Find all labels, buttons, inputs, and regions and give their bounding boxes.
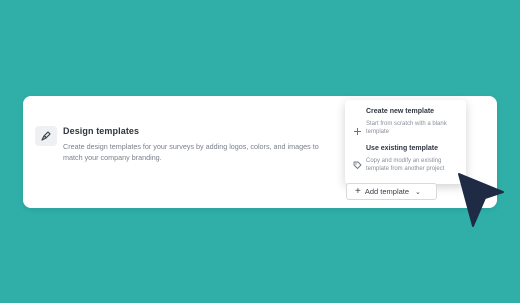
create-new-template-option[interactable]: Create new template Start from scratch w… xyxy=(345,108,466,140)
chevron-down-icon: ⌄ xyxy=(415,188,421,196)
paint-brush-icon xyxy=(35,126,57,146)
create-new-template-title: Create new template xyxy=(366,108,435,115)
add-template-dropdown: Create new template Start from scratch w… xyxy=(345,100,466,184)
mouse-pointer-icon xyxy=(458,173,504,227)
add-template-label: Add template xyxy=(364,187,410,196)
use-existing-template-option[interactable]: Use existing template Copy and modify an… xyxy=(345,144,466,178)
tag-icon xyxy=(353,157,362,169)
plus-icon: + xyxy=(355,185,361,197)
use-existing-template-title: Use existing template xyxy=(366,145,438,152)
card-description: Create design templates for your surveys… xyxy=(63,142,319,162)
create-new-template-description: Start from scratch with a blank template xyxy=(366,121,447,135)
use-existing-template-description: Copy and modify an existing template fro… xyxy=(366,158,445,172)
add-template-button[interactable]: + Add template ⌄ xyxy=(346,183,437,200)
plus-icon xyxy=(353,123,362,135)
card-title: Design templates xyxy=(63,126,140,136)
